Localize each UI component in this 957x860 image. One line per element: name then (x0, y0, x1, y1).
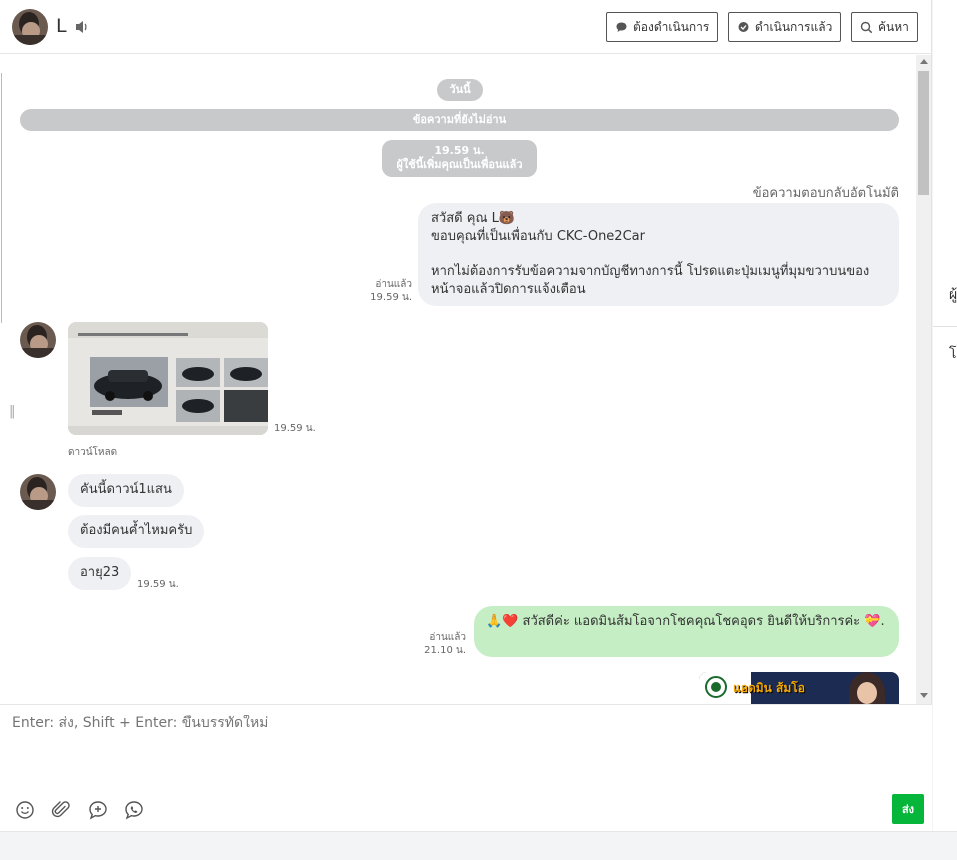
message-input[interactable] (12, 715, 892, 731)
add-reply-icon[interactable] (88, 800, 108, 820)
search-button-label: ค้นหา (878, 19, 909, 34)
outgoing-message-bubble[interactable]: 🙏❤️ สวัสดีค่ะ แอดมินส้มโอจากโชคคุณโชคอุด… (474, 606, 899, 657)
todo-button[interactable]: ต้องดำเนินการ (606, 12, 719, 42)
check-bubble-icon (738, 21, 749, 32)
app-root: L ต้องดำเนินการ ดำเนินการแล้ว ค้นหา ‖ วั… (0, 0, 957, 860)
incoming-message-bubble[interactable]: อายุ23 (68, 557, 132, 590)
composer: ส่ง (0, 704, 932, 831)
right-panel-label: โ (949, 346, 957, 362)
admin-banner-image[interactable]: แอดมิน ส้มโอ (699, 672, 899, 704)
friend-added-time: 19.59 น. (434, 144, 485, 157)
message-text: คันนี้ดาวน์1แสน (80, 482, 172, 497)
footer-strip (0, 831, 957, 860)
incoming-message-bubble[interactable]: ต้องมีคนค้ำไหมครับ (68, 515, 205, 548)
read-status: อ่านแล้ว (375, 279, 412, 290)
message-time: 19.59 น. (370, 292, 412, 303)
right-info-panel: ผู้ โ (933, 0, 957, 831)
autoreply-label: ข้อความตอบกลับอัตโนมัติ (752, 186, 899, 201)
banner-text: แอดมิน ส้มโอ (733, 681, 805, 695)
incoming-message-bubble[interactable]: คันนี้ดาวน์1แสน (68, 474, 184, 507)
todo-button-label: ต้องดำเนินการ (633, 19, 710, 34)
auto-reply-spacer (431, 246, 886, 263)
message-time: 19.59 น. (137, 579, 179, 590)
speech-bubble-icon (616, 22, 627, 32)
friend-added-notice: 19.59 น. ผู้ใช้นี้เพิ่มคุณเป็นเพื่อนแล้ว (382, 140, 537, 177)
left-divider (1, 73, 2, 323)
done-button[interactable]: ดำเนินการแล้ว (728, 12, 842, 42)
auto-reply-line-4: หน้าจอแล้วปิดการแจ้งเตือน (431, 282, 586, 297)
auto-reply-bubble[interactable]: สวัสดี คุณ L🐻 ขอบคุณที่เป็นเพื่อนกับ CKC… (418, 203, 899, 306)
friend-added-text: ผู้ใช้นี้เพิ่มคุณเป็นเพื่อนแล้ว (396, 158, 523, 171)
auto-reply-line-2: ขอบคุณที่เป็นเพื่อนกับ CKC-One2Car (431, 229, 645, 244)
right-panel-divider (933, 326, 957, 327)
image-time: 19.59 น. (274, 423, 316, 434)
banner-face (857, 682, 877, 704)
unread-separator: ข้อความที่ยังไม่อ่าน (20, 109, 899, 131)
scroll-down-icon[interactable] (920, 693, 928, 698)
message-text: อายุ23 (80, 565, 120, 580)
download-link[interactable]: ดาวน์โหลด (68, 446, 117, 459)
reply-meta: อ่านแล้ว 21.10 น. (404, 631, 466, 657)
auto-reply-line-1: สวัสดี คุณ L🐻 (431, 211, 516, 226)
message-text: ต้องมีคนค้ำไหมครับ (80, 523, 193, 538)
logo-icon (705, 676, 727, 698)
message-list[interactable]: วันนี้ ข้อความที่ยังไม่อ่าน 19.59 น. ผู้… (4, 55, 916, 704)
chat-panel: L ต้องดำเนินการ ดำเนินการแล้ว ค้นหา ‖ วั… (0, 0, 932, 831)
auto-reply-line-3: หากไม่ต้องการรับข้อความจากบัญชีทางการนี้… (431, 264, 870, 279)
send-button[interactable]: ส่ง (892, 794, 924, 824)
scroll-thumb[interactable] (918, 71, 929, 195)
emoji-icon[interactable] (15, 800, 35, 820)
chat-header: L ต้องดำเนินการ ดำเนินการแล้ว ค้นหา (0, 0, 932, 54)
car-photo-image[interactable] (68, 322, 268, 435)
contact-name: L (56, 15, 67, 37)
search-button[interactable]: ค้นหา (851, 12, 918, 42)
message-scrollbar[interactable] (916, 55, 931, 704)
day-separator: วันนี้ (437, 79, 483, 101)
speaker-icon[interactable] (75, 19, 89, 35)
sender-avatar[interactable] (20, 322, 56, 358)
read-status: อ่านแล้ว (429, 632, 466, 643)
scroll-up-icon[interactable] (920, 59, 928, 64)
done-button-label: ดำเนินการแล้ว (755, 19, 833, 34)
right-panel-label: ผู้ (949, 287, 957, 303)
contact-avatar[interactable] (12, 9, 48, 45)
call-icon[interactable] (124, 800, 144, 820)
message-time: 21.10 น. (424, 645, 466, 656)
sender-avatar[interactable] (20, 474, 56, 510)
attachment-icon[interactable] (51, 800, 71, 820)
message-text: 🙏❤️ สวัสดีค่ะ แอดมินส้มโอจากโชคคุณโชคอุด… (486, 614, 885, 629)
search-icon (860, 21, 873, 33)
auto-reply-meta: อ่านแล้ว 19.59 น. (350, 278, 412, 304)
